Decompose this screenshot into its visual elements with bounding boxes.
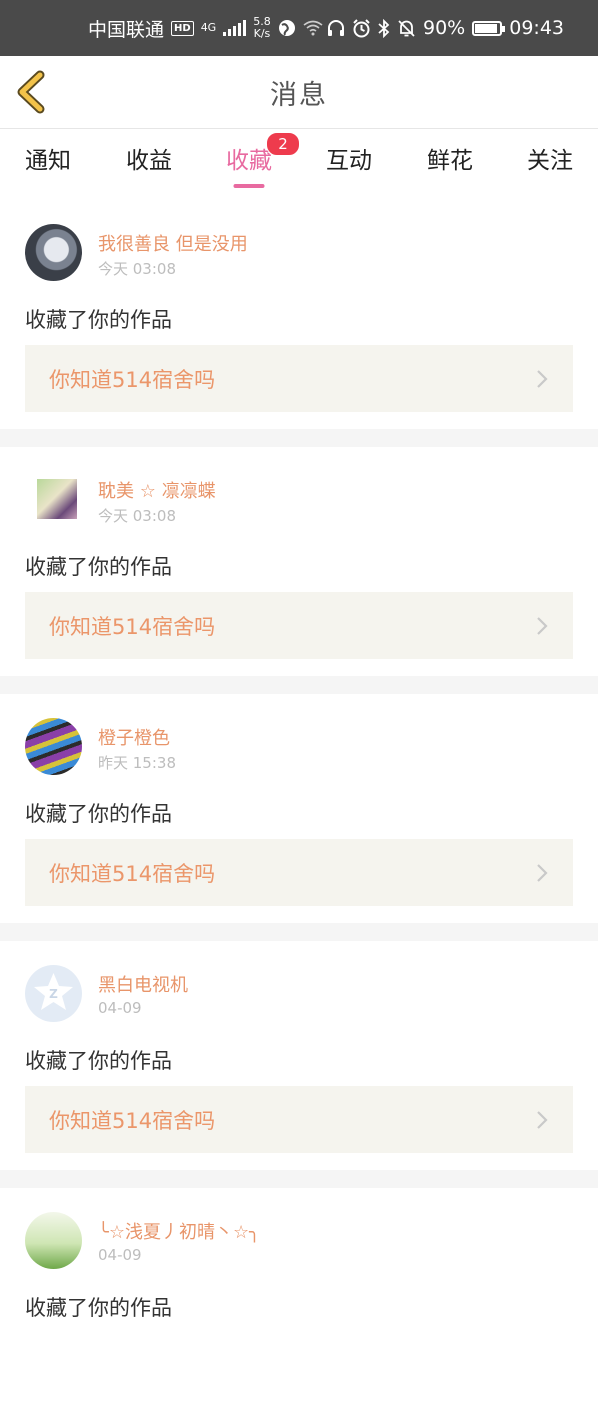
tab-label: 通知 <box>25 148 71 174</box>
avatar[interactable] <box>25 718 82 775</box>
hd-badge: HD <box>171 20 194 36</box>
username[interactable]: ╰☆浅夏丿初晴丶☆╮ <box>98 1218 260 1244</box>
chevron-left-icon <box>17 70 45 114</box>
tab-following[interactable]: 关注 <box>527 141 573 175</box>
tab-label: 鲜花 <box>427 148 473 174</box>
tab-favorites[interactable]: 收藏 2 <box>226 132 300 188</box>
tab-label: 关注 <box>527 148 573 174</box>
message-card: 橙子橙色 昨天 15:38 收藏了你的作品 你知道514宿舍吗 <box>0 694 598 923</box>
clock: 09:43 <box>509 17 564 39</box>
username[interactable]: 我很善良 但是没用 <box>98 230 248 256</box>
default-avatar-icon: Z <box>34 973 73 1010</box>
page-title: 消息 <box>270 79 328 111</box>
message-card: 耽美 ☆ 凛凛蝶 今天 03:08 收藏了你的作品 你知道514宿舍吗 <box>0 447 598 676</box>
message-action: 收藏了你的作品 <box>25 308 172 332</box>
status-right: 90% 09:43 <box>327 17 564 39</box>
message-time: 今天 03:08 <box>98 507 176 525</box>
svg-text:Z: Z <box>49 987 58 1001</box>
battery-percent: 90% <box>423 17 466 39</box>
headphones-icon <box>328 20 344 36</box>
avatar[interactable] <box>25 1212 82 1269</box>
work-title: 你知道514宿舍吗 <box>49 614 216 639</box>
username[interactable]: 黑白电视机 <box>98 971 188 997</box>
battery-icon <box>472 20 506 36</box>
unread-badge: 2 <box>266 132 300 156</box>
carrier-name: 中国联通 <box>88 18 165 41</box>
work-link[interactable]: 你知道514宿舍吗 <box>25 592 573 659</box>
tab-interactions[interactable]: 互动 <box>326 141 372 175</box>
message-card: 我很善良 但是没用 今天 03:08 收藏了你的作品 你知道514宿舍吗 <box>0 200 598 429</box>
message-action: 收藏了你的作品 <box>25 1296 172 1320</box>
nav-header: 消息 <box>0 56 598 129</box>
tab-label: 收益 <box>126 148 172 174</box>
signal-icon <box>223 20 247 36</box>
alarm-icon <box>353 18 370 37</box>
network-type: 4G <box>200 21 217 34</box>
chevron-right-icon <box>537 369 548 388</box>
active-tab-indicator <box>233 184 265 188</box>
tab-label: 互动 <box>326 148 372 174</box>
bluetooth-icon <box>378 18 390 38</box>
message-action: 收藏了你的作品 <box>25 1049 172 1073</box>
tab-bar: 通知 收益 收藏 2 互动 鲜花 关注 <box>0 129 598 188</box>
message-action: 收藏了你的作品 <box>25 555 172 579</box>
work-title: 你知道514宿舍吗 <box>49 1108 216 1133</box>
message-time: 今天 03:08 <box>98 260 176 278</box>
avatar[interactable]: Z <box>25 965 82 1022</box>
message-time: 昨天 15:38 <box>98 754 176 772</box>
username[interactable]: 橙子橙色 <box>98 724 170 750</box>
avatar[interactable] <box>37 479 77 519</box>
work-link[interactable]: 你知道514宿舍吗 <box>25 345 573 412</box>
chevron-right-icon <box>537 616 548 635</box>
work-title: 你知道514宿舍吗 <box>49 861 216 886</box>
tab-label: 收藏 <box>226 148 272 174</box>
message-time: 04-09 <box>98 1246 142 1264</box>
wifi-icon <box>303 20 323 36</box>
work-link[interactable]: 你知道514宿舍吗 <box>25 839 573 906</box>
network-speed: 5.8 K/s <box>253 16 271 40</box>
globe-icon <box>278 20 295 36</box>
message-card: ╰☆浅夏丿初晴丶☆╮ 04-09 收藏了你的作品 <box>0 1188 598 1417</box>
tab-notifications[interactable]: 通知 <box>25 141 71 175</box>
status-bar: 中国联通 HD 4G 5.8 K/s 90% 09:43 <box>0 0 598 56</box>
chevron-right-icon <box>537 863 548 882</box>
chevron-right-icon <box>537 1110 548 1129</box>
message-card: Z 黑白电视机 04-09 收藏了你的作品 你知道514宿舍吗 <box>0 941 598 1170</box>
back-button[interactable] <box>14 70 54 114</box>
tab-spacer <box>0 187 598 200</box>
tab-earnings[interactable]: 收益 <box>126 141 172 175</box>
avatar[interactable] <box>25 224 82 281</box>
work-link[interactable]: 你知道514宿舍吗 <box>25 1086 573 1153</box>
tab-flowers[interactable]: 鲜花 <box>427 141 473 175</box>
work-title: 你知道514宿舍吗 <box>49 367 216 392</box>
username[interactable]: 耽美 ☆ 凛凛蝶 <box>98 477 216 503</box>
message-time: 04-09 <box>98 999 142 1017</box>
mute-icon <box>398 19 415 37</box>
speed-unit: K/s <box>253 27 271 40</box>
status-left: 中国联通 HD 4G 5.8 K/s <box>88 15 323 42</box>
message-action: 收藏了你的作品 <box>25 802 172 826</box>
